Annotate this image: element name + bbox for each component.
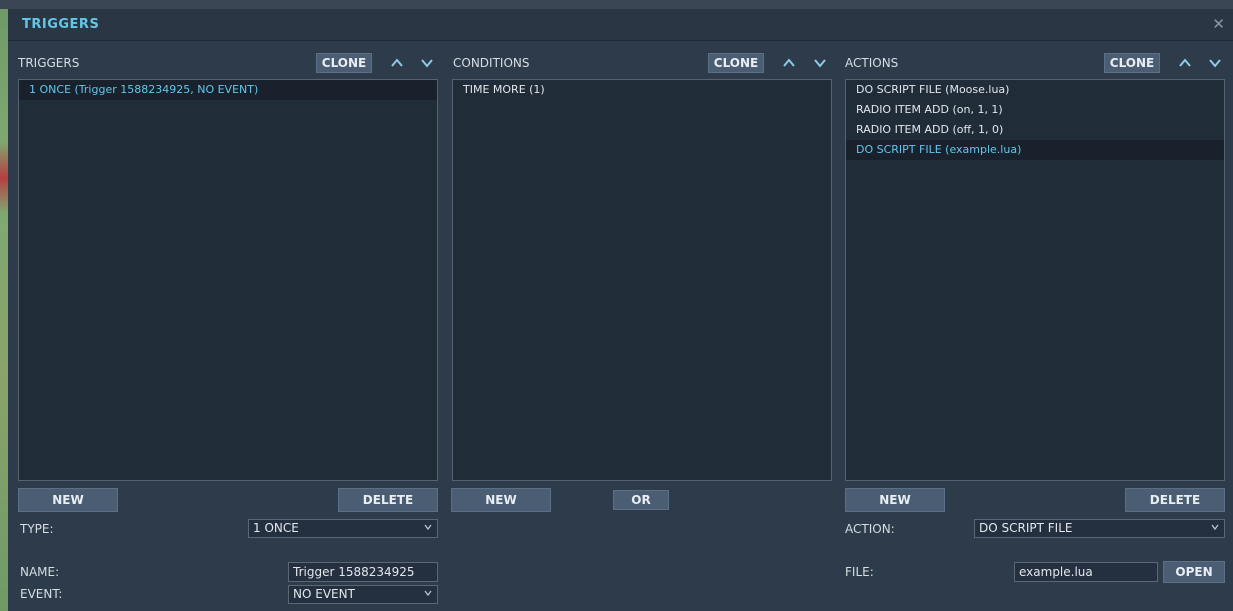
conditions-header: CONDITIONS bbox=[453, 56, 530, 70]
type-select-value: 1 ONCE bbox=[253, 521, 299, 535]
triggers-window: TRIGGERS ✕ TRIGGERS CLONE 1 ONCE (Trigge… bbox=[8, 9, 1233, 611]
file-input[interactable] bbox=[1014, 562, 1158, 582]
title-bar: TRIGGERS ✕ bbox=[8, 9, 1233, 41]
list-item[interactable]: RADIO ITEM ADD (off, 1, 0) bbox=[846, 120, 1224, 140]
actions-move-down-icon[interactable] bbox=[1207, 55, 1223, 71]
conditions-new-button[interactable]: NEW bbox=[451, 488, 551, 512]
triggers-delete-button[interactable]: DELETE bbox=[338, 488, 438, 512]
triggers-move-down-icon[interactable] bbox=[419, 55, 435, 71]
chevron-down-icon bbox=[424, 524, 432, 531]
actions-new-button[interactable]: NEW bbox=[845, 488, 945, 512]
file-label: FILE: bbox=[845, 565, 874, 579]
name-input[interactable] bbox=[288, 562, 438, 582]
open-file-button[interactable]: OPEN bbox=[1163, 561, 1225, 583]
action-select[interactable]: DO SCRIPT FILE bbox=[974, 519, 1225, 538]
conditions-move-down-icon[interactable] bbox=[812, 55, 828, 71]
actions-clone-button[interactable]: CLONE bbox=[1104, 53, 1160, 73]
action-select-value: DO SCRIPT FILE bbox=[979, 521, 1073, 535]
list-item[interactable]: DO SCRIPT FILE (Moose.lua) bbox=[846, 80, 1224, 100]
top-strip bbox=[0, 0, 1233, 9]
list-item[interactable]: RADIO ITEM ADD (on, 1, 1) bbox=[846, 100, 1224, 120]
close-icon[interactable]: ✕ bbox=[1212, 15, 1225, 33]
actions-move-up-icon[interactable] bbox=[1177, 55, 1193, 71]
type-label: TYPE: bbox=[20, 522, 54, 536]
actions-delete-button[interactable]: DELETE bbox=[1125, 488, 1225, 512]
action-label: ACTION: bbox=[845, 522, 895, 536]
list-item[interactable]: 1 ONCE (Trigger 1588234925, NO EVENT) bbox=[19, 80, 437, 100]
triggers-list[interactable]: 1 ONCE (Trigger 1588234925, NO EVENT) bbox=[18, 79, 438, 481]
event-select-value: NO EVENT bbox=[293, 587, 355, 601]
triggers-move-up-icon[interactable] bbox=[389, 55, 405, 71]
actions-list[interactable]: DO SCRIPT FILE (Moose.lua) RADIO ITEM ADD… bbox=[845, 79, 1225, 481]
actions-header: ACTIONS bbox=[845, 56, 899, 70]
name-label: NAME: bbox=[20, 565, 60, 579]
triggers-new-button[interactable]: NEW bbox=[18, 488, 118, 512]
chevron-down-icon bbox=[424, 590, 432, 597]
list-item[interactable]: DO SCRIPT FILE (example.lua) bbox=[846, 140, 1224, 160]
conditions-clone-button[interactable]: CLONE bbox=[708, 53, 764, 73]
conditions-or-button[interactable]: OR bbox=[613, 490, 669, 510]
event-label: EVENT: bbox=[20, 587, 63, 601]
event-select[interactable]: NO EVENT bbox=[288, 585, 438, 604]
type-select[interactable]: 1 ONCE bbox=[248, 519, 438, 538]
conditions-list[interactable]: TIME MORE (1) bbox=[452, 79, 832, 481]
triggers-header: TRIGGERS bbox=[18, 56, 80, 70]
map-background bbox=[0, 9, 8, 611]
list-item[interactable]: TIME MORE (1) bbox=[453, 80, 831, 100]
window-title: TRIGGERS bbox=[22, 17, 100, 32]
triggers-clone-button[interactable]: CLONE bbox=[316, 53, 372, 73]
chevron-down-icon bbox=[1211, 524, 1219, 531]
conditions-move-up-icon[interactable] bbox=[781, 55, 797, 71]
